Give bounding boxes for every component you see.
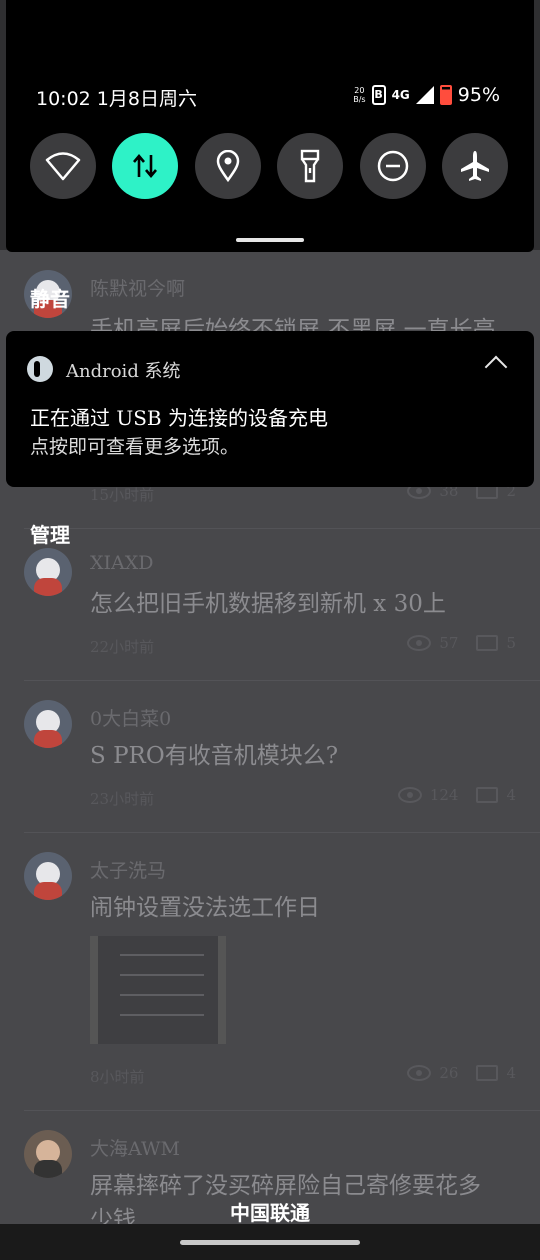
post-title: 屏幕摔碎了没买碎屏险自己寄修要花多: [90, 1173, 481, 1199]
eye-icon: [407, 1065, 432, 1081]
comment-icon: [476, 635, 499, 651]
post-stats: 26 4: [407, 1064, 516, 1082]
chevron-up-icon[interactable]: [484, 355, 508, 379]
usb-charging-notification[interactable]: Android 系统 正在通过 USB 为连接的设备充电 点按即可查看更多选项。: [6, 331, 534, 487]
eye-icon: [407, 635, 432, 651]
carrier-label: 中国联通: [230, 1201, 310, 1225]
status-icons: 20 B/s B 4G 95%: [353, 84, 500, 106]
post-title: S PRO有收音机模块么?: [90, 743, 339, 769]
divider: [24, 1110, 540, 1111]
signal-icon: [415, 86, 434, 104]
mobile-data-toggle[interactable]: [112, 133, 178, 199]
avatar: [24, 548, 72, 596]
post-time: 22小时前: [90, 638, 155, 656]
comment-count: 4: [506, 786, 516, 804]
notification-title: 正在通过 USB 为连接的设备充电: [30, 406, 328, 430]
dnd-toggle[interactable]: [360, 133, 426, 199]
manage-button[interactable]: 管理: [30, 519, 70, 548]
network-speed: 20 B/s: [353, 86, 366, 104]
battery-icon: [439, 85, 452, 105]
dnd-icon: [377, 150, 409, 182]
airplane-toggle[interactable]: [442, 133, 508, 199]
drag-handle[interactable]: [236, 238, 304, 242]
view-count: 57: [439, 634, 459, 652]
view-count: 124: [429, 786, 459, 804]
post-time: 15小时前: [90, 486, 155, 504]
data-arrows-icon: [133, 153, 157, 179]
divider: [24, 528, 540, 529]
sim-icon: B: [371, 85, 386, 105]
avatar: [24, 1130, 72, 1178]
home-gesture-bar[interactable]: [180, 1240, 360, 1245]
comment-icon: [476, 1065, 499, 1081]
flashlight-icon: [300, 149, 320, 183]
location-toggle[interactable]: [195, 133, 261, 199]
post-author: 大海AWM: [90, 1138, 180, 1160]
post-time: 23小时前: [90, 790, 155, 808]
post-stats: 57 5: [407, 634, 516, 652]
post-image-thumbnail[interactable]: [90, 936, 226, 1044]
comment-count: 5: [506, 634, 516, 652]
flashlight-toggle[interactable]: [277, 133, 343, 199]
avatar: [24, 852, 72, 900]
divider: [24, 680, 540, 681]
clock-date: 10:02 1月8日周六: [36, 88, 197, 110]
network-type: 4G: [391, 88, 410, 102]
view-count: 26: [439, 1064, 459, 1082]
wifi-icon: [45, 152, 81, 181]
post-author: 0大白菜0: [90, 708, 172, 730]
notification-text: 点按即可查看更多选项。: [30, 436, 240, 458]
post-time: 8小时前: [90, 1068, 145, 1086]
android-system-icon: [27, 356, 53, 382]
notification-app-name: Android 系统: [66, 361, 181, 382]
post-title: 怎么把旧手机数据移到新机 x 30上: [90, 591, 446, 617]
comment-icon: [476, 787, 499, 803]
avatar: [24, 700, 72, 748]
post-stats: 124 4: [397, 786, 516, 804]
airplane-icon: [461, 151, 489, 181]
eye-icon: [397, 787, 422, 803]
battery-percent: 95%: [457, 84, 500, 106]
post-author: 陈默视今啊: [90, 278, 186, 300]
post-title: 闹钟设置没法选工作日: [90, 895, 320, 921]
divider: [24, 832, 540, 833]
comment-count: 4: [506, 1064, 516, 1082]
quick-settings-panel[interactable]: 10:02 1月8日周六 20 B/s B 4G 95%: [6, 0, 534, 252]
location-pin-icon: [216, 150, 240, 182]
post-author: 太子洗马: [90, 860, 167, 882]
navigation-bar: [0, 1224, 540, 1260]
silent-section-label: 静音: [30, 287, 70, 311]
post-author: XIAXD: [90, 552, 154, 574]
wifi-toggle[interactable]: [30, 133, 96, 199]
